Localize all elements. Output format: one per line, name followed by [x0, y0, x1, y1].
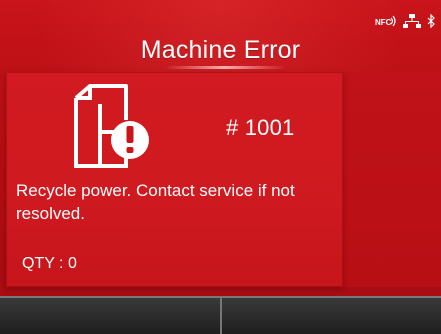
machine-error-icon [74, 84, 149, 168]
status-icons: NFC [375, 14, 435, 28]
printer-display-screen: NFC Machine Error # 1001 Recycle power. … [0, 0, 441, 334]
quantity-label: QTY : 0 [22, 255, 77, 272]
svg-text:NFC: NFC [375, 18, 392, 27]
panel-side-area [343, 72, 441, 287]
softkey-right[interactable] [219, 298, 441, 334]
page-title: Machine Error [140, 36, 301, 64]
error-panel: # 1001 Recycle power. Contact service if… [6, 72, 343, 287]
bluetooth-icon [427, 14, 435, 28]
error-code: # 1001 [226, 115, 295, 140]
nfc-icon: NFC [375, 15, 397, 27]
softkey-left[interactable] [0, 298, 220, 334]
network-icon [403, 14, 421, 28]
softkey-bar [0, 296, 441, 334]
error-message: Recycle power. Contact service if not re… [16, 181, 295, 223]
title-underline [165, 66, 285, 69]
